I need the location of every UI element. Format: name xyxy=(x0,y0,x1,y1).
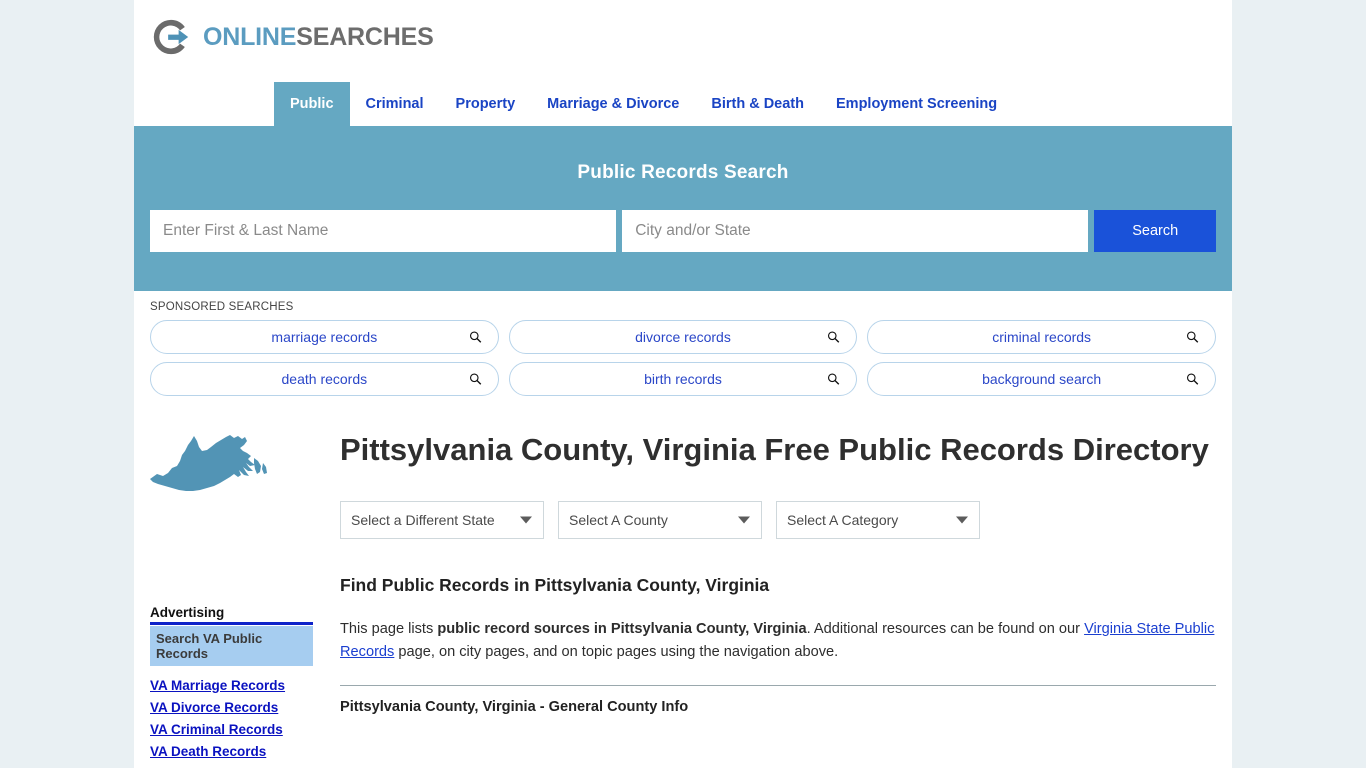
sidebar: Advertising Search VA Public Records VA … xyxy=(150,424,325,768)
advertising-block: Advertising Search VA Public Records VA … xyxy=(150,605,313,768)
location-search-input[interactable] xyxy=(622,210,1089,252)
sponsored-pill-marriage-records[interactable]: marriage records xyxy=(150,320,499,354)
page-background: ONLINESEARCHES Public Criminal Property … xyxy=(0,0,1366,768)
page-title: Pittsylvania County, Virginia Free Publi… xyxy=(340,432,1209,467)
sponsored-searches-section: SPONSORED SEARCHES marriage records divo… xyxy=(134,291,1232,402)
sidebar-link-va-marriage-records[interactable]: VA Marriage Records xyxy=(150,678,313,694)
nav-tab-criminal[interactable]: Criminal xyxy=(350,82,440,126)
sponsored-pill-divorce-records[interactable]: divorce records xyxy=(508,320,858,354)
state-select[interactable]: Select a Different State xyxy=(340,501,544,540)
logo-wordmark: ONLINESEARCHES xyxy=(203,22,434,51)
intro-text-part2: . Additional resources can be found on o… xyxy=(806,621,1085,638)
nav-tab-marriage-divorce[interactable]: Marriage & Divorce xyxy=(531,82,695,126)
logo-word-searches: SEARCHES xyxy=(296,22,434,51)
sponsored-pill-label: birth records xyxy=(644,371,722,387)
magnifier-icon xyxy=(828,373,840,385)
search-submit-button[interactable]: Search xyxy=(1094,210,1216,252)
advertising-heading: Advertising xyxy=(150,605,225,620)
general-county-info-heading: Pittsylvania County, Virginia - General … xyxy=(340,699,689,716)
magnifier-icon xyxy=(469,331,481,343)
advertising-divider xyxy=(150,622,313,625)
county-select-value: Select A County xyxy=(569,512,668,529)
chevron-down-icon xyxy=(738,516,750,524)
category-select-value: Select A Category xyxy=(787,512,899,529)
intro-text-part1: This page lists xyxy=(340,621,438,638)
intro-text-bold: public record sources in Pittsylvania Co… xyxy=(437,621,807,638)
magnifier-icon xyxy=(1186,373,1199,385)
sponsored-pill-label: marriage records xyxy=(271,329,378,345)
site-header: ONLINESEARCHES xyxy=(134,0,1232,82)
sponsored-pill-background-search[interactable]: background search xyxy=(867,362,1216,396)
sidebar-links-list: VA Marriage Records VA Divorce Records V… xyxy=(150,678,313,768)
virginia-state-map-icon xyxy=(150,435,267,491)
sponsored-pill-label: criminal records xyxy=(992,329,1092,345)
sponsored-pill-birth-records[interactable]: birth records xyxy=(508,362,858,396)
main-column: Pittsylvania County, Virginia Free Publi… xyxy=(325,424,1216,768)
search-form: Search xyxy=(150,210,1216,252)
sponsored-pill-death-records[interactable]: death records xyxy=(150,362,499,396)
section-divider xyxy=(340,685,1216,687)
magnifier-icon xyxy=(469,373,481,385)
sponsored-searches-grid: marriage records divorce records crimina… xyxy=(150,320,1216,396)
chevron-down-icon xyxy=(520,516,532,524)
county-select[interactable]: Select A County xyxy=(558,501,762,540)
sponsored-pill-criminal-records[interactable]: criminal records xyxy=(867,320,1216,354)
site-content: ONLINESEARCHES Public Criminal Property … xyxy=(134,0,1232,768)
sidebar-link-va-divorce-records[interactable]: VA Divorce Records xyxy=(150,700,313,716)
intro-paragraph: This page lists public record sources in… xyxy=(340,618,1216,663)
nav-tab-employment-screening[interactable]: Employment Screening xyxy=(820,82,1013,126)
state-select-value: Select a Different State xyxy=(351,512,495,529)
sponsored-searches-label: SPONSORED SEARCHES xyxy=(150,301,294,313)
page-body: Advertising Search VA Public Records VA … xyxy=(134,402,1232,768)
logo-word-online: ONLINE xyxy=(203,22,297,51)
sponsored-pill-label: divorce records xyxy=(635,329,731,345)
magnifier-icon xyxy=(828,331,840,343)
magnifier-icon xyxy=(1186,331,1199,343)
sponsored-pill-label: death records xyxy=(281,371,368,387)
nav-tab-birth-death[interactable]: Birth & Death xyxy=(695,82,820,126)
public-records-search-banner: Public Records Search Search xyxy=(134,126,1232,291)
name-search-input[interactable] xyxy=(150,210,617,252)
site-logo[interactable]: ONLINESEARCHES xyxy=(150,16,1232,58)
nav-tab-public[interactable]: Public xyxy=(274,82,350,126)
sidebar-link-va-death-records[interactable]: VA Death Records xyxy=(150,744,313,760)
chevron-down-icon xyxy=(956,516,968,524)
intro-text-part3: page, on city pages, and on topic pages … xyxy=(394,643,839,660)
circle-arrow-logo-icon xyxy=(153,19,189,55)
main-navigation: Public Criminal Property Marriage & Divo… xyxy=(134,82,1232,126)
filters-row: Select a Different State Select A County… xyxy=(340,501,1216,540)
sidebar-link-va-criminal-records[interactable]: VA Criminal Records xyxy=(150,722,313,738)
sponsored-pill-label: background search xyxy=(982,371,1102,387)
search-banner-title: Public Records Search xyxy=(577,162,789,183)
category-select[interactable]: Select A Category xyxy=(776,501,980,540)
promo-box-search-va-public-records[interactable]: Search VA Public Records xyxy=(150,626,313,666)
section-heading: Find Public Records in Pittsylvania Coun… xyxy=(340,575,770,596)
nav-tab-property[interactable]: Property xyxy=(440,82,532,126)
